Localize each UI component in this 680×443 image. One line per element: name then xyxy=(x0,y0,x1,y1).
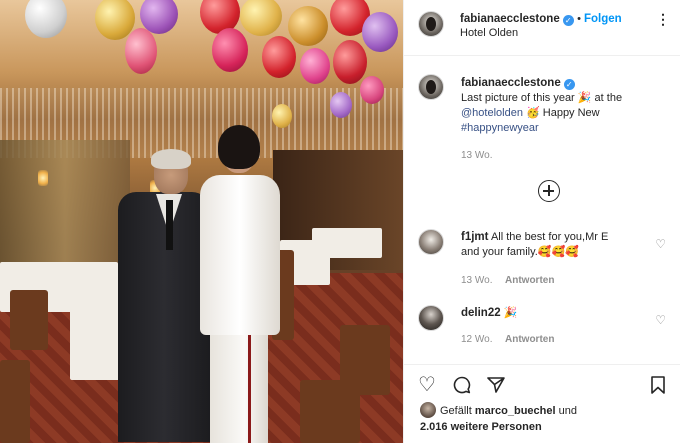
instagram-post: fabianaecclestone ✓ • Folgen Hotel Olden … xyxy=(0,0,680,443)
author-username[interactable]: fabianaecclestone xyxy=(460,13,560,25)
comment-like-heart-icon[interactable]: ♡ xyxy=(655,237,666,251)
party-popper-icon: 🎉 xyxy=(503,307,518,319)
liker-avatar[interactable] xyxy=(420,402,436,418)
comment-like-heart-icon[interactable]: ♡ xyxy=(655,313,666,327)
wall-lamp xyxy=(38,170,48,186)
party-face-icon: 🥳 xyxy=(526,107,540,119)
follow-button[interactable]: Folgen xyxy=(584,13,622,25)
commenter-avatar[interactable] xyxy=(418,305,444,331)
balloon xyxy=(300,48,330,84)
separator-dot: • xyxy=(577,13,584,25)
caption-text-part: Happy New xyxy=(539,107,600,119)
balloon xyxy=(362,12,398,52)
commenter-avatar[interactable] xyxy=(418,229,444,255)
load-more-comments-button[interactable] xyxy=(538,180,560,202)
comment-bubble-icon[interactable] xyxy=(452,375,472,395)
caption-author-avatar[interactable] xyxy=(418,74,444,100)
balloon xyxy=(212,28,248,72)
likes-prefix: Gefällt xyxy=(440,405,472,417)
author-avatar[interactable] xyxy=(418,11,444,37)
comment-body: All the best for you,Mr E xyxy=(490,231,609,243)
balloon xyxy=(330,92,352,118)
caption-timestamp[interactable]: 13 Wo. xyxy=(461,150,493,161)
verified-badge-icon: ✓ xyxy=(562,15,574,26)
comment-text: f1jmt All the best for you,Mr E and your… xyxy=(461,230,661,260)
verified-badge-icon: ✓ xyxy=(563,79,575,90)
likes-conjunction: und xyxy=(558,405,577,417)
more-options-icon[interactable]: ⋮ xyxy=(656,11,671,28)
comment-timestamp[interactable]: 13 Wo. xyxy=(461,275,493,286)
post-header: fabianaecclestone ✓ • Folgen Hotel Olden … xyxy=(404,0,680,56)
balloon xyxy=(125,28,157,74)
like-heart-icon[interactable]: ♡ xyxy=(418,375,436,395)
caption-author-username[interactable]: fabianaecclestone xyxy=(461,77,561,89)
comment-timestamp[interactable]: 12 Wo. xyxy=(461,334,493,345)
balloon xyxy=(333,40,367,84)
comment-body: and your family. xyxy=(461,246,538,258)
caption-text-part: Last picture of this year xyxy=(461,92,578,104)
balloon xyxy=(288,6,328,46)
caption-text-part: at the xyxy=(591,92,623,104)
likes-summary: Gefällt marco_buechel und 2.016 weitere … xyxy=(420,402,670,435)
commenter-username[interactable]: f1jmt xyxy=(461,231,488,243)
dining-table xyxy=(312,228,382,258)
reply-button[interactable]: Antworten xyxy=(505,275,554,286)
share-paper-plane-icon[interactable] xyxy=(486,375,506,395)
save-bookmark-icon[interactable] xyxy=(649,375,667,395)
post-sidebar: fabianaecclestone ✓ • Folgen Hotel Olden … xyxy=(403,0,680,443)
liker-username[interactable]: marco_buechel xyxy=(475,405,556,417)
chair xyxy=(10,290,48,350)
balloon xyxy=(360,76,384,104)
likes-count-link[interactable]: 2.016 weitere Personen xyxy=(420,421,542,433)
comment-text: delin22 🎉 xyxy=(461,306,661,321)
caption-text: Last picture of this year 🎉 at the @hote… xyxy=(461,91,666,136)
reply-button[interactable]: Antworten xyxy=(505,334,554,345)
action-bar: ♡ xyxy=(404,364,680,404)
mention-link[interactable]: @hotelolden xyxy=(461,107,523,119)
party-popper-icon: 🎉 xyxy=(577,92,592,104)
location-link[interactable]: Hotel Olden xyxy=(460,27,518,39)
hashtag-link[interactable]: #happynewyear xyxy=(461,122,539,134)
smiling-face-hearts-icon: 🥰🥰🥰 xyxy=(537,246,579,258)
chair xyxy=(340,325,390,395)
chair xyxy=(0,360,30,443)
post-photo[interactable] xyxy=(0,0,403,443)
commenter-username[interactable]: delin22 xyxy=(461,307,501,319)
person-woman xyxy=(196,125,282,443)
balloon xyxy=(262,36,296,78)
